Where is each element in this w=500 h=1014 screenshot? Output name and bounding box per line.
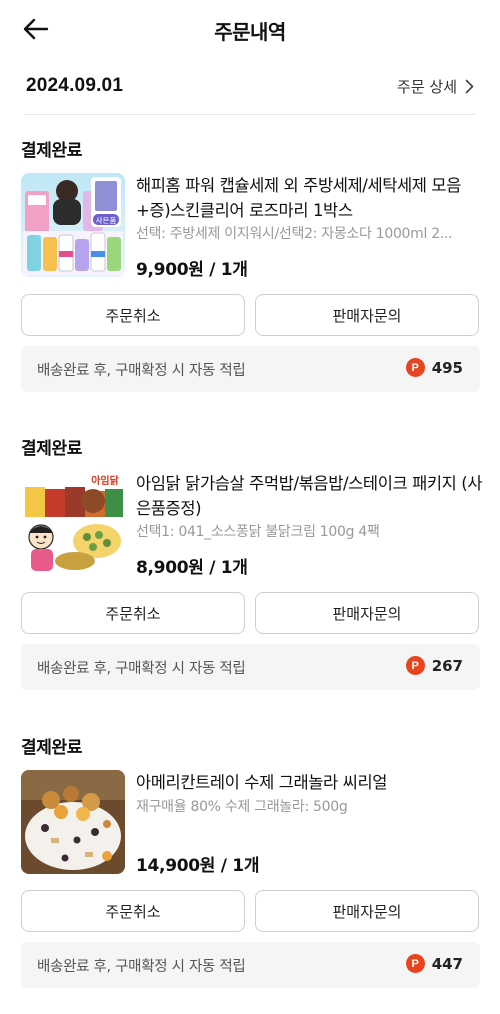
product-option: 선택: 주방세제 이지워시/선택2: 자몽소다 1000ml 2... <box>136 226 453 242</box>
product-option: 선택1: 041_소스퐁닭 불닭크림 100g 4팩 <box>136 524 380 540</box>
order-date-row: 2024.09.01 주문 상세 <box>26 70 474 102</box>
seller-inquiry-button[interactable]: 판매자문의 <box>255 592 479 634</box>
cancel-order-button[interactable]: 주문취소 <box>21 592 245 634</box>
point-info-text: 배송완료 후, 구매확정 시 자동 적립 <box>37 661 246 677</box>
point-info-box: 배송완료 후, 구매확정 시 자동 적립 P 495 <box>21 346 480 392</box>
order-detail-link[interactable]: 주문 상세 <box>397 76 474 97</box>
point-amount: 447 <box>431 954 463 973</box>
point-value: P 495 <box>405 358 463 377</box>
order-status: 결제완료 <box>21 738 82 758</box>
product-thumbnail[interactable]: 아임닭 <box>21 471 125 575</box>
order-status: 결제완료 <box>21 439 82 459</box>
granola-product-image <box>21 770 125 874</box>
product-name[interactable]: 아임닭 닭가슴살 주먹밥/볶음밥/스테이크 패키지 (사은품증정) <box>136 471 486 521</box>
page-title: 주문내역 <box>214 20 286 44</box>
point-badge-icon: P <box>405 954 425 973</box>
product-option: 재구매율 80% 수제 그래놀라: 500g <box>136 799 348 815</box>
point-badge-icon: P <box>405 358 425 377</box>
order-date: 2024.09.01 <box>26 75 124 96</box>
cancel-order-button[interactable]: 주문취소 <box>21 294 245 336</box>
point-info-text: 배송완료 후, 구매확정 시 자동 적립 <box>37 959 246 975</box>
point-amount: 267 <box>431 656 463 675</box>
chicken-meal-product-image: 아임닭 <box>21 471 125 575</box>
divider <box>24 114 476 115</box>
order-status: 결제완료 <box>21 141 82 161</box>
product-name[interactable]: 아메리칸트레이 수제 그래놀라 씨리얼 <box>136 770 486 795</box>
brand-mark: 아임닭 <box>91 474 119 487</box>
app-header: 주문내역 <box>0 0 500 58</box>
product-thumbnail[interactable] <box>21 770 125 874</box>
point-amount: 495 <box>431 358 463 377</box>
product-price: 14,900원 / 1개 <box>136 856 260 876</box>
point-badge-icon: P <box>405 656 425 675</box>
chevron-right-icon <box>465 79 474 93</box>
point-info-box: 배송완료 후, 구매확정 시 자동 적립 P 267 <box>21 644 480 690</box>
product-name[interactable]: 해피홈 파워 캡슐세제 외 주방세제/세탁세제 모음 +증)스킨클리어 로즈마리… <box>136 173 486 223</box>
seller-inquiry-button[interactable]: 판매자문의 <box>255 294 479 336</box>
cancel-order-button[interactable]: 주문취소 <box>21 890 245 932</box>
seller-inquiry-button[interactable]: 판매자문의 <box>255 890 479 932</box>
order-detail-label: 주문 상세 <box>397 77 457 96</box>
gift-badge: 사은품 <box>96 216 117 225</box>
product-thumbnail[interactable]: 사은품 <box>21 173 125 277</box>
product-price: 8,900원 / 1개 <box>136 558 248 578</box>
detergent-product-image: 사은품 <box>21 173 125 277</box>
point-info-text: 배송완료 후, 구매확정 시 자동 적립 <box>37 363 246 379</box>
point-value: P 447 <box>405 954 463 973</box>
product-price: 9,900원 / 1개 <box>136 260 248 280</box>
point-info-box: 배송완료 후, 구매확정 시 자동 적립 P 447 <box>21 942 480 988</box>
point-value: P 267 <box>405 656 463 675</box>
